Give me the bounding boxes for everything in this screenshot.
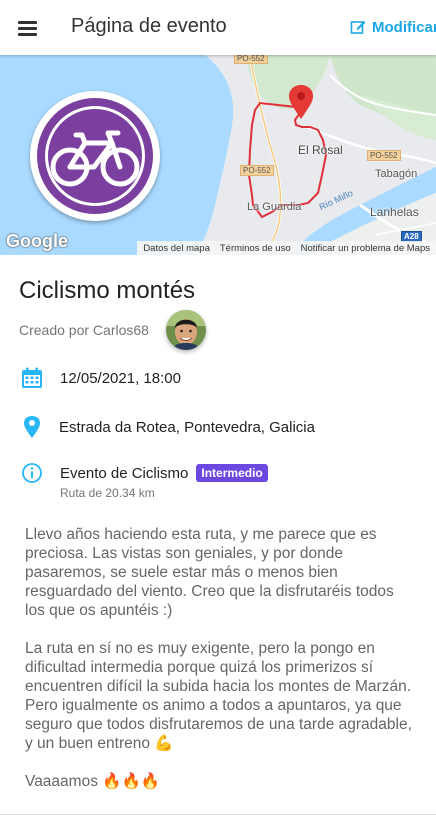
edit-button-label: Modificar (372, 18, 436, 36)
event-type: Evento de Ciclismo (60, 464, 189, 482)
event-description: Llevo años haciendo esta ruta, y me pare… (25, 525, 415, 810)
app-bar: Página de evento Modificar (0, 0, 436, 55)
map-terms-link[interactable]: Términos de uso (220, 243, 291, 254)
bicycle-icon (37, 98, 153, 214)
map-data-link[interactable]: Datos del mapa (143, 243, 210, 254)
calendar-icon (20, 366, 44, 390)
event-location[interactable]: Estrada da Rotea, Pontevedra, Galicia (59, 419, 315, 436)
location-pin-icon (20, 415, 44, 439)
event-title: Ciclismo montés (19, 277, 196, 304)
road-label: PO-552 (240, 165, 274, 176)
difficulty-badge: Intermedio (196, 464, 268, 482)
google-logo: Google (6, 231, 68, 251)
sport-badge (30, 91, 160, 221)
map-report-link[interactable]: Notificar un problema de Maps (301, 243, 430, 254)
map-place-label: Tabagón (375, 168, 418, 180)
event-location-row: Estrada da Rotea, Pontevedra, Galicia (20, 415, 315, 439)
event-type-row: Evento de Ciclismo Intermedio (20, 461, 268, 485)
divider (0, 814, 436, 815)
map-place-label: La Guardia (247, 201, 302, 213)
description-paragraph: Vaaaamos 🔥🔥🔥 (25, 773, 161, 790)
map-place-label: El Rosal (298, 143, 343, 157)
menu-icon[interactable] (14, 14, 42, 40)
road-label: PO-552 (234, 55, 268, 64)
creator-avatar[interactable] (166, 310, 206, 350)
description-paragraph: La ruta en sí no es muy exigente, pero l… (25, 640, 412, 752)
info-icon (20, 461, 44, 485)
page-title: Página de evento (71, 15, 227, 37)
map-place-label: Lanhelas (370, 205, 419, 219)
map-footer: Datos del mapa Términos de uso Notificar… (137, 241, 436, 255)
event-date-row: 12/05/2021, 18:00 (20, 366, 181, 390)
description-paragraph: Llevo años haciendo esta ruta, y me pare… (25, 526, 394, 619)
event-creator: Creado por Carlos68 (19, 322, 149, 338)
edit-icon (350, 21, 366, 34)
road-label: PO-552 (367, 150, 401, 161)
route-distance: Ruta de 20.34 km (60, 486, 155, 500)
edit-button[interactable]: Modificar (350, 16, 436, 38)
event-datetime: 12/05/2021, 18:00 (60, 369, 181, 387)
